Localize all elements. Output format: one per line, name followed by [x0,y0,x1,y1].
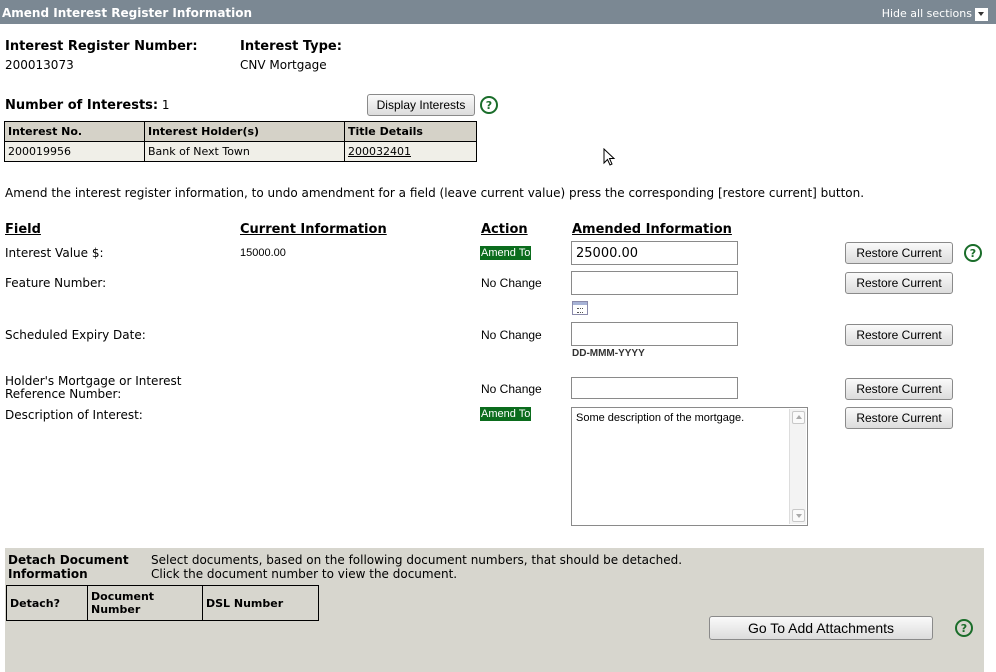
interests-table: Interest No. Interest Holder(s) Title De… [4,121,477,162]
interest-count-label: Number of Interests: [5,98,159,113]
detach-description: Select documents, based on the following… [151,553,682,581]
restore-current-button[interactable]: Restore Current [845,324,953,346]
detach-description-line: Click the document number to view the do… [151,567,458,581]
restore-current-button[interactable]: Restore Current [845,272,953,294]
restore-current-button[interactable]: Restore Current [845,242,953,264]
restore-current-button[interactable]: Restore Current [845,407,953,429]
action-column-header: Action [481,222,528,237]
description-text: Some description of the mortgage. [576,412,745,424]
field-label: Interest Value $: [5,246,104,260]
section-header-bar: Amend Interest Register Information Hide… [0,0,996,24]
feature-number-input[interactable] [571,271,738,295]
table-row: 200019956 Bank of Next Town 200032401 [4,141,477,162]
no-change-text: No Change [481,382,542,396]
instructions-text: Amend the interest register information,… [5,186,865,200]
field-column-header: Field [5,222,41,237]
go-to-add-attachments-button[interactable]: Go To Add Attachments [709,616,933,640]
table-header-row: Interest No. Interest Holder(s) Title De… [4,121,477,142]
column-header: Title Details [344,121,477,142]
table-header-row: Detach? Document Number DSL Number [6,585,319,621]
current-value: 15000.00 [240,247,286,259]
detach-title-line: Detach Document [8,553,129,567]
no-change-text: No Change [481,328,542,342]
column-header: Detach? [6,585,88,621]
expiry-date-input[interactable] [571,322,738,346]
interest-count: Number of Interests: 1 [5,98,170,113]
amended-info-column-header: Amended Information [572,222,732,237]
detach-document-panel: Detach Document Information Select docum… [5,548,984,672]
mouse-cursor-icon [603,148,616,166]
restore-current-button[interactable]: Restore Current [845,378,953,400]
calendar-icon[interactable] [572,301,588,315]
interest-holder-cell: Bank of Next Town [144,141,345,162]
interest-no-cell: 200019956 [4,141,145,162]
field-label: Holder's Mortgage or Interest Reference … [5,375,181,401]
field-label: Feature Number: [5,276,107,290]
register-number-value: 200013073 [5,58,74,72]
description-textarea[interactable]: Some description of the mortgage. [571,407,808,526]
field-label: Scheduled Expiry Date: [5,328,146,342]
no-change-text: No Change [481,276,542,290]
field-label: Description of Interest: [5,408,143,422]
interest-type-value: CNV Mortgage [240,58,327,72]
detach-description-line: Select documents, based on the following… [151,553,683,567]
column-header: Document Number [87,585,203,621]
collapse-arrow-icon[interactable] [975,8,988,21]
column-header: DSL Number [202,585,319,621]
display-interests-button[interactable]: Display Interests [367,94,475,116]
detach-documents-table: Detach? Document Number DSL Number [6,585,319,621]
amend-to-badge: Amend To [480,407,532,421]
register-number-label: Interest Register Number: [5,39,198,54]
interest-count-value: 1 [161,98,170,112]
help-icon[interactable]: ? [480,96,498,114]
help-icon[interactable]: ? [955,619,973,637]
detach-title-line: Information [8,567,88,581]
column-header: Interest Holder(s) [144,121,345,142]
scroll-up-icon[interactable] [792,411,805,424]
date-format-hint: DD-MMM-YYYY [572,348,645,359]
scroll-down-icon[interactable] [792,509,805,522]
current-info-column-header: Current Information [240,222,387,237]
holder-reference-input[interactable] [571,377,738,399]
field-label-line: Reference Number: [5,387,122,401]
column-header: Interest No. [4,121,145,142]
title-details-cell: 200032401 [344,141,477,162]
textarea-scrollbar[interactable] [789,409,806,524]
hide-all-sections-link[interactable]: Hide all sections [882,7,972,20]
interest-value-input[interactable] [571,241,738,265]
help-icon[interactable]: ? [964,244,982,262]
amend-to-badge: Amend To [480,246,532,260]
interest-type-label: Interest Type: [240,39,342,54]
section-title: Amend Interest Register Information [2,6,253,20]
title-details-link[interactable]: 200032401 [348,145,411,158]
detach-title: Detach Document Information [8,553,129,581]
